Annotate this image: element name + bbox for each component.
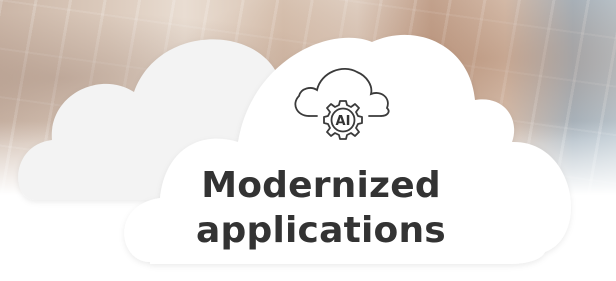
title-line-2: applications	[196, 210, 446, 251]
title-line-1: Modernized	[201, 165, 441, 206]
cloud-ai-icon-container: AI	[273, 54, 413, 150]
cloud-ai-gear-icon: AI	[294, 68, 390, 140]
gear-icon: AI	[323, 100, 363, 140]
hero-banner: AI Modernized applications	[0, 0, 616, 281]
page-title: Modernized applications	[150, 163, 492, 253]
ai-badge-text: AI	[336, 114, 351, 129]
